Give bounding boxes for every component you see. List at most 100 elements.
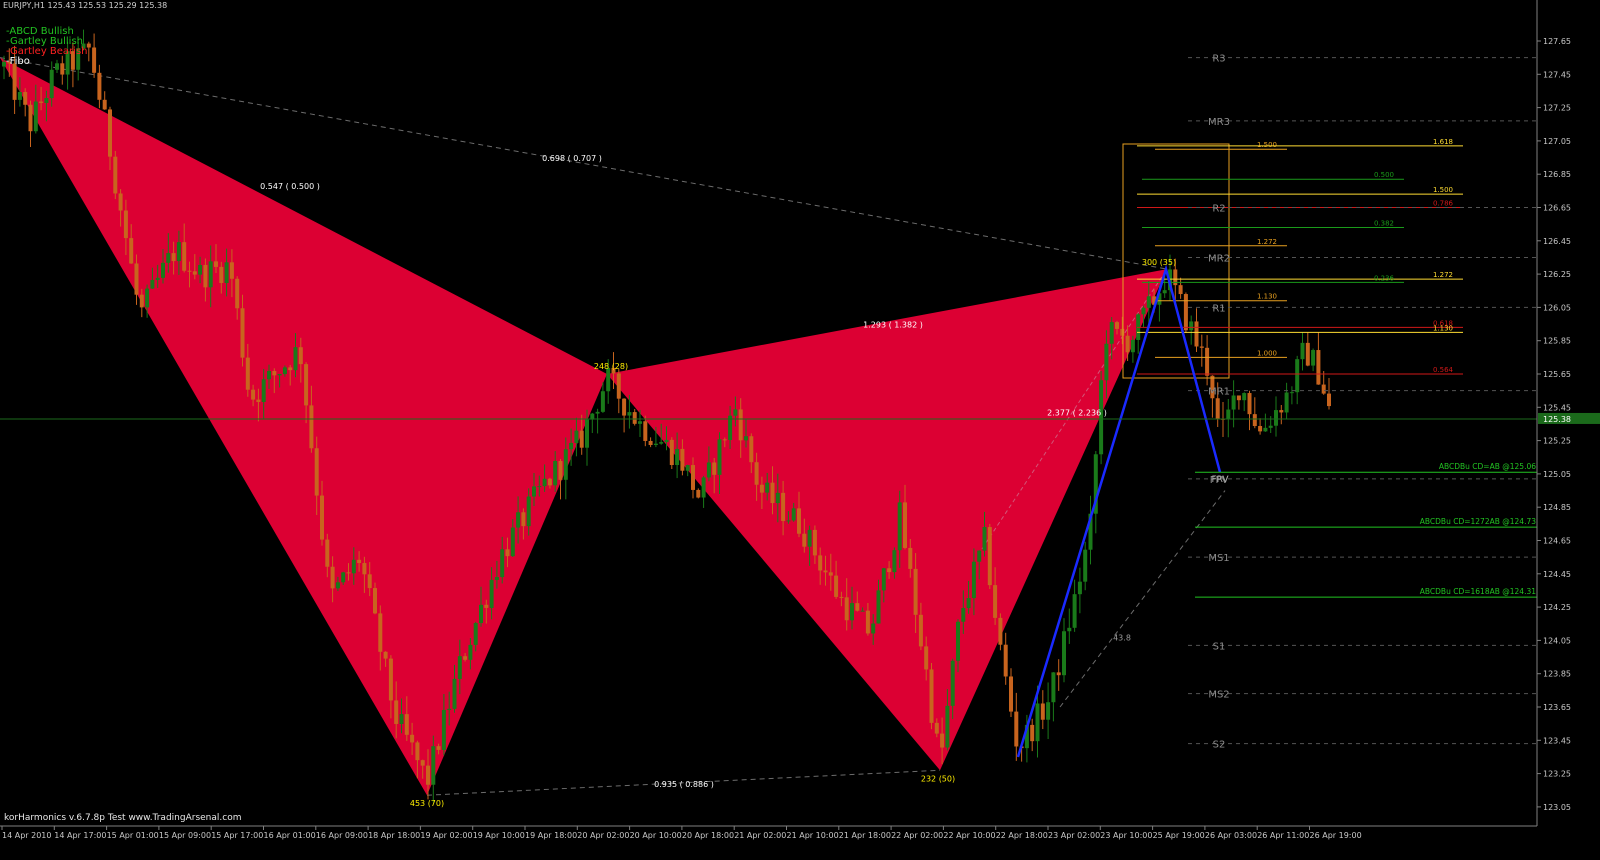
candle-body bbox=[1316, 350, 1321, 385]
candle-body bbox=[855, 603, 860, 611]
fibo-level-label: 1.130 bbox=[1257, 293, 1277, 301]
candle-body bbox=[399, 714, 404, 724]
candle-body bbox=[288, 367, 293, 371]
candle-body bbox=[479, 604, 483, 624]
chart-root[interactable]: 1.500 1.618 0.500 1.500 0.786 0.382 1.272 1.272… bbox=[0, 0, 1600, 856]
candle-body bbox=[1009, 676, 1013, 712]
candle-body bbox=[92, 47, 97, 73]
x-tick-label: 18 Apr 18:00 bbox=[368, 831, 420, 840]
candle-body bbox=[12, 63, 17, 100]
candle-body bbox=[1321, 384, 1326, 394]
candle-body bbox=[839, 596, 844, 598]
y-tick-label: 127.65 bbox=[1543, 37, 1571, 46]
candle-body bbox=[865, 610, 870, 634]
candle-body bbox=[1104, 343, 1109, 381]
candle-body bbox=[1115, 322, 1119, 329]
candle-body bbox=[351, 559, 356, 574]
candle-body bbox=[1120, 328, 1125, 336]
ratio-label: 0.935 ( 0.886 ) bbox=[654, 780, 714, 789]
candle-body bbox=[653, 443, 658, 446]
ratio-label: 1.293 ( 1.382 ) bbox=[863, 320, 923, 329]
candle-body bbox=[1289, 392, 1294, 394]
candle-body bbox=[1194, 321, 1199, 347]
candle-body bbox=[383, 651, 388, 659]
candle-body bbox=[473, 623, 478, 645]
y-tick-label: 125.05 bbox=[1543, 470, 1571, 479]
candle-body bbox=[977, 550, 982, 562]
candle-body bbox=[198, 264, 203, 275]
pattern-triangle-xab bbox=[0, 57, 607, 796]
candle-body bbox=[155, 277, 160, 280]
pivot-label: MR2 bbox=[1208, 253, 1230, 264]
x-tick-label: 23 Apr 02:00 bbox=[1048, 831, 1100, 840]
candle-body bbox=[765, 482, 770, 493]
candle-body bbox=[298, 347, 303, 365]
candle-body bbox=[733, 409, 738, 416]
y-tick-label: 123.65 bbox=[1543, 703, 1571, 712]
current-price-label: 125.38 bbox=[1543, 415, 1571, 424]
candle-body bbox=[632, 412, 637, 424]
candle-body bbox=[770, 482, 775, 504]
y-tick-label: 126.65 bbox=[1543, 204, 1571, 213]
y-tick-label: 123.25 bbox=[1543, 770, 1571, 779]
candle-body bbox=[1226, 409, 1231, 420]
candle-body bbox=[553, 460, 558, 486]
candle-body bbox=[335, 582, 340, 589]
candle-body bbox=[23, 92, 28, 105]
y-tick-label: 126.05 bbox=[1543, 303, 1571, 312]
candle-body bbox=[1242, 393, 1247, 401]
pivot-label: S1 bbox=[1213, 641, 1226, 652]
candle-body bbox=[881, 568, 886, 591]
candle-body bbox=[887, 568, 892, 573]
candle-body bbox=[272, 371, 277, 376]
candle-body bbox=[282, 367, 287, 375]
abcd-point-d-label: FRV bbox=[1211, 475, 1229, 485]
candle-body bbox=[797, 508, 801, 534]
fibo-level-label: 0.786 bbox=[1433, 200, 1454, 208]
pivot-label: R2 bbox=[1212, 204, 1225, 215]
candle-body bbox=[966, 598, 971, 609]
candle-body bbox=[102, 99, 107, 110]
candle-body bbox=[616, 373, 621, 399]
price-chart[interactable]: 1.500 1.618 0.500 1.500 0.786 0.382 1.272 1.272… bbox=[0, 0, 1600, 856]
candle-body bbox=[97, 72, 102, 100]
candle-body bbox=[510, 527, 515, 557]
candle-body bbox=[426, 765, 430, 785]
candle-body bbox=[812, 529, 817, 556]
candle-body bbox=[1274, 410, 1278, 426]
fibo-level-label: 1.000 bbox=[1257, 349, 1277, 357]
candle-body bbox=[1205, 347, 1210, 376]
candle-body bbox=[1215, 398, 1220, 419]
candle-body bbox=[192, 271, 197, 275]
candle-body bbox=[1284, 392, 1289, 413]
candle-body bbox=[1183, 294, 1188, 331]
candle-body bbox=[1199, 346, 1204, 348]
candle-body bbox=[49, 69, 54, 99]
candle-body bbox=[166, 253, 171, 263]
candle-body bbox=[595, 411, 600, 414]
candle-body bbox=[373, 588, 377, 614]
pattern-triangle-bcd bbox=[607, 269, 1167, 771]
candle-body bbox=[404, 714, 409, 735]
candle-body bbox=[1189, 321, 1194, 331]
candle-body bbox=[537, 486, 542, 488]
candle-body bbox=[659, 442, 664, 444]
candle-body bbox=[1141, 307, 1146, 315]
candle-body bbox=[1014, 711, 1019, 747]
x-tick-label: 14 Apr 17:00 bbox=[54, 831, 106, 840]
fibo-level-label: 1.500 bbox=[1257, 141, 1277, 149]
candle-body bbox=[871, 623, 876, 634]
candle-body bbox=[420, 760, 425, 766]
candle-body bbox=[394, 700, 399, 724]
candle-body bbox=[346, 572, 351, 574]
candle-body bbox=[1072, 594, 1077, 628]
candle-body bbox=[447, 708, 452, 710]
x-tick-label: 16 Apr 09:00 bbox=[316, 831, 368, 840]
fibo-level-label: 1.618 bbox=[1433, 138, 1453, 146]
chart-header: EURJPY,H1 125.43 125.53 125.29 125.38 bbox=[3, 1, 168, 10]
x-tick-label: 22 Apr 18:00 bbox=[996, 831, 1048, 840]
candle-body bbox=[781, 492, 786, 522]
fibo-level-label: 0.564 bbox=[1433, 366, 1454, 374]
y-tick-label: 125.85 bbox=[1543, 337, 1571, 346]
candle-body bbox=[903, 502, 907, 548]
